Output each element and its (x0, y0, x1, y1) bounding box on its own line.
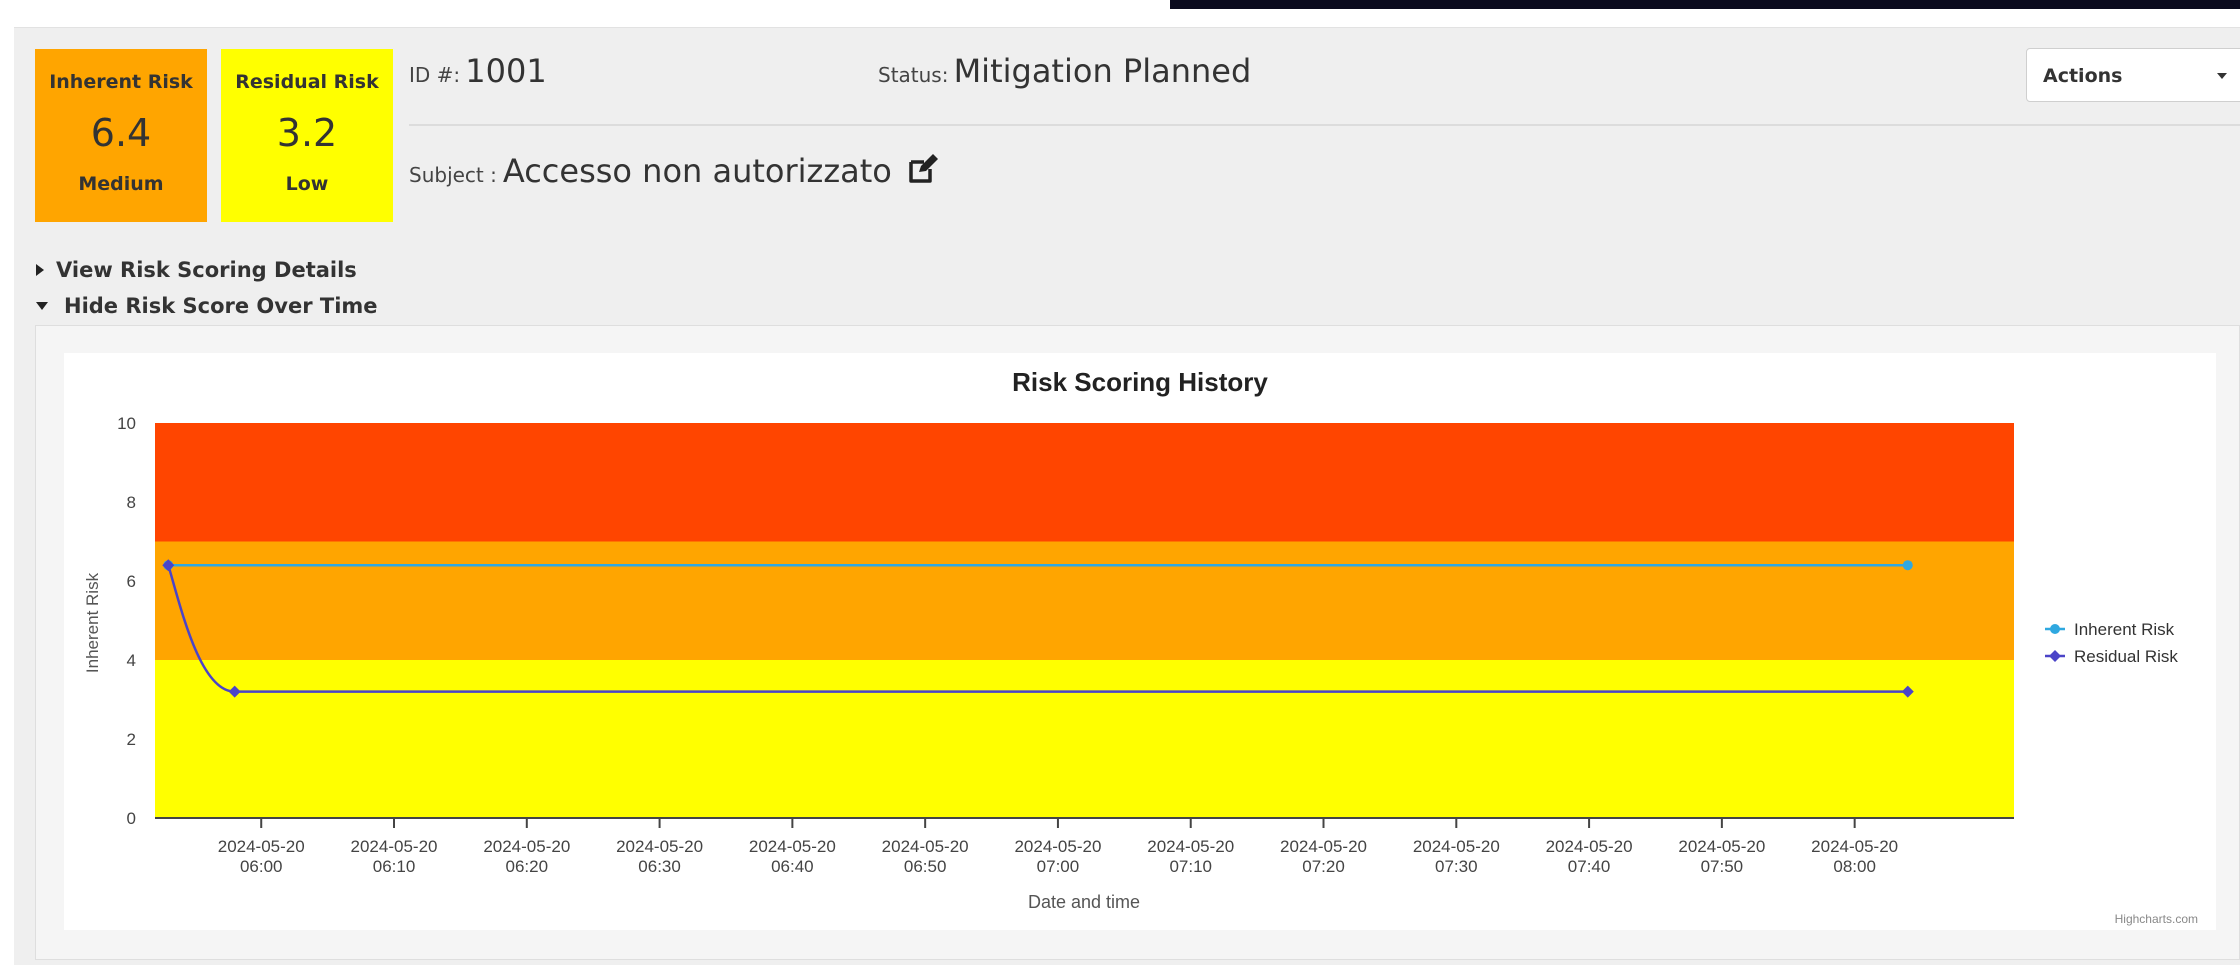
x-tick-date: 2024-05-20 (1811, 837, 1898, 856)
risk-status: Status: Mitigation Planned (878, 52, 1251, 90)
actions-dropdown[interactable]: Actions (2026, 48, 2240, 102)
edit-subject-icon[interactable] (906, 154, 938, 186)
inherent-risk-score: 6.4 (90, 111, 152, 155)
risk-band-0 (155, 660, 2014, 818)
data-point (1902, 560, 1913, 571)
legend-item-label: Residual Risk (2074, 647, 2178, 666)
chart-legend: Inherent Risk Residual Risk (2045, 620, 2178, 666)
residual-risk-badge: Residual Risk 3.2 Low (221, 49, 393, 222)
actions-label: Actions (2043, 65, 2123, 87)
y-tick-label: 2 (127, 730, 136, 749)
residual-risk-score: 3.2 (276, 111, 338, 155)
x-tick-time: 07:20 (1302, 857, 1345, 876)
residual-risk-level: Low (285, 173, 329, 195)
subject-value: Accesso non autorizzato (502, 152, 892, 190)
id-label: ID #: (409, 63, 461, 87)
id-value: 1001 (465, 52, 547, 90)
x-tick-time: 07:50 (1701, 857, 1744, 876)
risk-band-1 (155, 541, 2014, 660)
caret-down-icon (36, 302, 48, 310)
hide-risk-score-over-time-toggle[interactable]: Hide Risk Score Over Time (36, 294, 378, 318)
x-tick-date: 2024-05-20 (483, 837, 570, 856)
x-tick-time: 07:00 (1037, 857, 1080, 876)
legend-marker (2049, 650, 2061, 662)
chevron-down-icon (2217, 73, 2227, 79)
x-tick-time: 08:00 (1833, 857, 1876, 876)
risk-band-2 (155, 423, 2014, 542)
y-tick-label: 0 (127, 809, 136, 828)
chart-title: Risk Scoring History (1012, 367, 1268, 397)
y-axis-title: Inherent Risk (83, 572, 102, 673)
x-tick-date: 2024-05-20 (1147, 837, 1234, 856)
y-tick-label: 4 (127, 651, 136, 670)
x-tick-date: 2024-05-20 (351, 837, 438, 856)
x-tick-date: 2024-05-20 (1280, 837, 1367, 856)
risk-subject: Subject : Accesso non autorizzato (409, 150, 938, 190)
caret-right-icon (36, 264, 44, 276)
x-tick-time: 06:30 (638, 857, 681, 876)
inherent-risk-level: Medium (78, 173, 164, 195)
subject-label: Subject : (409, 163, 497, 187)
y-tick-label: 8 (127, 493, 136, 512)
risk-id: ID #: 1001 (409, 52, 547, 90)
header-divider (409, 124, 2240, 126)
x-tick-date: 2024-05-20 (749, 837, 836, 856)
risk-scoring-history-chart: Risk Scoring History 0 2 4 6 8 10 2024-05-20 0… (64, 353, 2216, 930)
status-value: Mitigation Planned (953, 52, 1252, 90)
x-tick-time: 06:10 (373, 857, 416, 876)
x-tick-time: 06:40 (771, 857, 814, 876)
x-tick-date: 2024-05-20 (882, 837, 969, 856)
legend-item-label: Inherent Risk (2074, 620, 2175, 639)
x-axis-title: Date and time (1028, 892, 1140, 912)
x-tick-date: 2024-05-20 (1678, 837, 1765, 856)
x-tick-time: 06:50 (904, 857, 947, 876)
x-tick-date: 2024-05-20 (1413, 837, 1500, 856)
y-tick-label: 6 (127, 572, 136, 591)
inherent-risk-label: Inherent Risk (49, 71, 193, 93)
view-risk-scoring-details-label: View Risk Scoring Details (56, 258, 357, 282)
x-tick-time: 07:40 (1568, 857, 1611, 876)
x-tick-date: 2024-05-20 (218, 837, 305, 856)
x-tick-date: 2024-05-20 (616, 837, 703, 856)
chart-svg: Risk Scoring History 0246810 2024-05-200… (83, 367, 2198, 926)
top-dark-bar (1170, 0, 2240, 9)
status-label: Status: (878, 63, 949, 87)
x-tick-time: 07:10 (1169, 857, 1212, 876)
view-risk-scoring-details-toggle[interactable]: View Risk Scoring Details (36, 258, 357, 282)
x-tick-date: 2024-05-20 (1014, 837, 1101, 856)
residual-risk-label: Residual Risk (235, 71, 379, 93)
x-tick-date: 2024-05-20 (1546, 837, 1633, 856)
y-tick-label: 10 (117, 414, 136, 433)
legend-marker (2050, 624, 2060, 634)
x-tick-time: 06:00 (240, 857, 283, 876)
x-tick-time: 07:30 (1435, 857, 1478, 876)
inherent-risk-badge: Inherent Risk 6.4 Medium (35, 49, 207, 222)
x-tick-time: 06:20 (506, 857, 549, 876)
highcharts-credit[interactable]: Highcharts.com (2115, 912, 2198, 926)
hide-risk-score-over-time-label: Hide Risk Score Over Time (64, 294, 378, 318)
